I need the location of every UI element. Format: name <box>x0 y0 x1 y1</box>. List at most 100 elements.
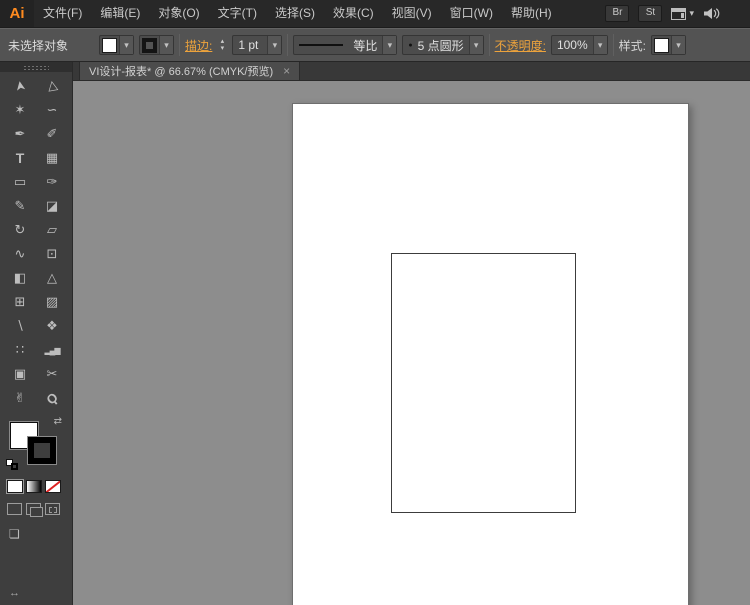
width-tool[interactable]: ∿ <box>7 242 33 266</box>
illustrator-window: Ai 文件(F) 编辑(E) 对象(O) 文字(T) 选择(S) 效果(C) 视图(V) 窗口… <box>0 0 750 605</box>
color-button[interactable] <box>7 480 23 493</box>
stroke-color-box[interactable] <box>28 437 56 464</box>
add-anchor-point-tool[interactable]: ✐ <box>39 122 65 146</box>
artboard-tool[interactable]: ▣ <box>7 362 33 386</box>
tools-panel-header[interactable] <box>0 62 72 72</box>
stepper-down-icon[interactable]: ▾ <box>217 45 227 52</box>
menu-effect[interactable]: 效果(C) <box>324 0 383 27</box>
menu-edit[interactable]: 编辑(E) <box>91 0 149 27</box>
menu-view[interactable]: 视图(V) <box>383 0 441 27</box>
rotate-tool[interactable]: ↻ <box>7 218 33 242</box>
magic-wand-tool[interactable]: ✶ <box>7 98 33 122</box>
direct-selection-tool[interactable]: ▷ <box>39 74 65 98</box>
panel-resize-grip-icon[interactable]: ↔ <box>0 587 72 605</box>
type-tool[interactable]: T <box>7 146 33 170</box>
chevron-down-icon: ▾ <box>164 39 169 50</box>
symbol-sprayer-tool[interactable]: ∷ <box>7 338 33 362</box>
menu-file[interactable]: 文件(F) <box>34 0 91 27</box>
screen-mode-button[interactable]: ❏ <box>0 515 72 541</box>
stroke-weight-combo[interactable]: 1 pt ▾ <box>232 35 283 55</box>
fill-stroke-widget: ⇄ <box>4 416 68 472</box>
selection-tool[interactable]: ➤ <box>7 74 33 98</box>
perspective-grid-tool[interactable]: △ <box>39 266 65 290</box>
menu-object[interactable]: 对象(O) <box>149 0 208 27</box>
gradient-button[interactable] <box>26 480 42 493</box>
paintbrush-tool[interactable]: ✑ <box>39 170 65 194</box>
gradient-tool[interactable]: ▨ <box>39 290 65 314</box>
none-button[interactable] <box>45 480 61 493</box>
rectangle-tool[interactable]: ▭ <box>7 170 33 194</box>
width-profile-combo[interactable]: 等比 ▾ <box>293 35 398 55</box>
width-profile-value: 等比 <box>353 38 378 53</box>
selection-status: 未选择对象 <box>8 38 69 53</box>
tab-close-icon[interactable]: × <box>283 65 290 77</box>
drawn-rectangle[interactable] <box>391 253 576 513</box>
direct-selection-tool-icon: ▷ <box>43 79 60 93</box>
separator <box>488 34 490 56</box>
scale-tool-icon: ▱ <box>47 222 57 237</box>
chevron-down-icon: ▾ <box>124 39 129 50</box>
workspace-layout-icon <box>671 7 687 20</box>
main-area: ➤ ▷ ✶ ∽ ✒ ✐ T ▦ ▭ ✑ ✎ ◪ ↻ ▱ ∿ ⊡ ◧ △ ⊞ ▨ ∖ ❖ ∷ ▂▄▆ ▣ ✂ ✌ Ϙ ⇄ <box>0 62 750 605</box>
draw-normal-mode-icon[interactable] <box>7 503 22 515</box>
color-mode-row <box>0 472 72 493</box>
document-tab[interactable]: VI设计-报表* @ 66.67% (CMYK/预览) × <box>79 62 301 80</box>
menu-select[interactable]: 选择(S) <box>266 0 324 27</box>
brush-definition-value: 5 点圆形 <box>417 38 464 53</box>
draw-behind-mode-icon[interactable] <box>26 503 43 517</box>
rectangle-tool-icon: ▭ <box>13 174 27 189</box>
fill-swatch-icon <box>102 37 117 53</box>
magic-wand-tool-icon: ✶ <box>14 102 26 117</box>
hand-tool[interactable]: ✌ <box>7 386 33 410</box>
pen-tool[interactable]: ✒ <box>7 122 33 146</box>
eraser-tool-icon: ◪ <box>45 198 59 213</box>
slice-tool[interactable]: ✂ <box>39 362 65 386</box>
separator <box>612 34 614 56</box>
line-segment-tool[interactable]: ▦ <box>39 146 65 170</box>
swap-fill-stroke-icon[interactable]: ⇄ <box>54 416 62 427</box>
column-graph-tool-icon: ▂▄▆ <box>44 345 61 355</box>
pencil-tool-icon: ✎ <box>14 198 26 213</box>
style-label: 样式: <box>618 38 646 53</box>
pen-tool-icon: ✒ <box>14 126 26 141</box>
eyedropper-tool[interactable]: ∖ <box>7 314 33 338</box>
free-transform-tool[interactable]: ⊡ <box>39 242 65 266</box>
artboard[interactable] <box>292 103 689 605</box>
opacity-panel-link[interactable]: 不透明度: <box>495 37 546 54</box>
eraser-tool[interactable]: ◪ <box>39 194 65 218</box>
drawing-modes-row <box>0 493 72 517</box>
graphic-style-combo[interactable]: ▾ <box>651 35 686 55</box>
lasso-tool[interactable]: ∽ <box>39 98 65 122</box>
blend-tool[interactable]: ❖ <box>39 314 65 338</box>
artboard-tool-icon: ▣ <box>13 366 27 381</box>
shape-builder-tool[interactable]: ◧ <box>7 266 33 290</box>
stroke-weight-value: 1 pt <box>238 38 259 52</box>
fill-color-picker[interactable]: ▾ <box>99 35 134 55</box>
stroke-color-picker[interactable]: ▾ <box>139 35 174 55</box>
menu-help[interactable]: 帮助(H) <box>502 0 561 27</box>
chevron-down-icon: ▾ <box>272 39 278 50</box>
stroke-weight-stepper[interactable]: ▴ ▾ <box>217 38 227 52</box>
draw-inside-mode-icon[interactable] <box>45 503 60 515</box>
stroke-panel-link[interactable]: 描边: <box>185 37 212 54</box>
document-tab-title: VI设计-报表* @ 66.67% (CMYK/预览) <box>89 66 274 78</box>
lasso-tool-icon: ∽ <box>46 102 58 117</box>
default-fill-stroke-icon[interactable] <box>6 459 18 470</box>
brush-definition-combo[interactable]: ● 5 点圆形 ▾ <box>402 35 484 55</box>
stepper-up-icon[interactable]: ▴ <box>217 38 227 45</box>
bridge-button[interactable]: Br <box>605 5 630 22</box>
scale-tool[interactable]: ▱ <box>39 218 65 242</box>
chevron-down-icon: ▾ <box>597 39 603 50</box>
column-graph-tool[interactable]: ▂▄▆ <box>39 338 65 362</box>
share-icon[interactable] <box>703 7 720 20</box>
pencil-tool[interactable]: ✎ <box>7 194 33 218</box>
mesh-tool[interactable]: ⊞ <box>7 290 33 314</box>
zoom-tool[interactable]: Ϙ <box>39 386 65 410</box>
menu-window[interactable]: 窗口(W) <box>441 0 502 27</box>
menu-type[interactable]: 文字(T) <box>209 0 266 27</box>
canvas[interactable] <box>73 81 750 605</box>
stock-button[interactable]: St <box>638 5 663 22</box>
style-swatch-icon <box>654 37 669 53</box>
workspace-switcher[interactable]: ▾ <box>671 7 694 20</box>
opacity-combo[interactable]: 100% ▾ <box>550 35 608 55</box>
